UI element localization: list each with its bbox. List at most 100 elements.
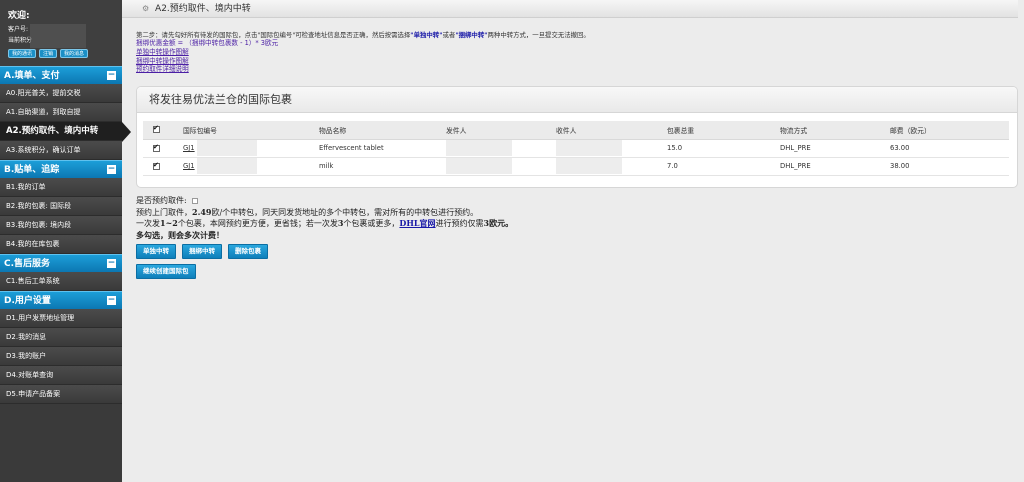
postage-cell: 38.00 bbox=[890, 157, 1009, 176]
line2-pre: 一次发 bbox=[136, 219, 160, 228]
item-name-cell: milk bbox=[319, 157, 446, 176]
section-d-title: D.用户设置 bbox=[4, 296, 51, 306]
sidebar-item-b3[interactable]: B3.我的包裹: 境内段 bbox=[0, 216, 122, 235]
action-row-1: 单独中转 捆绑中转 删除包裹 bbox=[136, 244, 1016, 259]
page-title-bar: ⚙ A2.预约取件、境内中转 bbox=[122, 0, 1018, 18]
select-all-checkbox[interactable] bbox=[153, 124, 160, 134]
shipping-cell: DHL_PRE bbox=[780, 157, 890, 176]
line2-post: 进行预约仅需 bbox=[435, 219, 484, 228]
sidebar-item-a1[interactable]: A1.自助渠道，到取自提 bbox=[0, 103, 122, 122]
bundle-transfer-button[interactable]: 捆绑中转 bbox=[182, 244, 222, 259]
row-checkbox[interactable] bbox=[153, 161, 160, 170]
parcel-id-cell: GJ1 bbox=[183, 139, 319, 158]
postage-cell: 63.00 bbox=[890, 139, 1009, 158]
section-c-title: C.售后服务 bbox=[4, 259, 51, 269]
sender-cell bbox=[446, 157, 556, 176]
section-c-header[interactable]: C.售后服务 − bbox=[0, 254, 122, 272]
parcel-id-link[interactable]: GJ1 bbox=[183, 144, 195, 152]
pickup-price: 2.49 bbox=[192, 206, 212, 217]
collapse-icon[interactable]: − bbox=[107, 296, 116, 305]
recipient-cell bbox=[556, 139, 667, 158]
sidebar-item-a0[interactable]: A0.阳光普关，提前交税 bbox=[0, 84, 122, 103]
collapse-icon[interactable]: − bbox=[107, 165, 116, 174]
step-instructions: 第二步：请先勾好所有待发的国际包，点击"国际包编号"可检查地址信息是否正确，然后… bbox=[136, 30, 1016, 39]
multi-select-warning: 多勾选，则会多次计费！ bbox=[136, 229, 224, 240]
col-weight: 包裹总重 bbox=[667, 121, 780, 140]
sidebar-item-a3[interactable]: A3.系统积分，确认订单 bbox=[0, 141, 122, 160]
section-a-header[interactable]: A.填单、支付 − bbox=[0, 66, 122, 84]
line1-post: 欧/个中转包，同天同发货地址的多个中转包，需对所有的中转包进行预约。 bbox=[211, 207, 479, 217]
parcel-id-cell: GJ1 bbox=[183, 157, 319, 176]
pickup-label: 是否预约取件: bbox=[136, 196, 187, 205]
logout-button[interactable]: 注销 bbox=[39, 49, 58, 58]
bundle-transfer-guide-link[interactable]: 捆绑中转操作图解 bbox=[136, 57, 1016, 66]
pickup-question: 是否预约取件: bbox=[136, 196, 1016, 207]
table-header-row: 国际包编号 物品名称 发件人 收件人 包裹总重 物流方式 邮费（欧元） bbox=[143, 121, 1009, 140]
row-check-cell bbox=[143, 139, 183, 158]
weight-cell: 7.0 bbox=[667, 157, 780, 176]
single-transfer-button[interactable]: 单独中转 bbox=[136, 244, 176, 259]
section-d-header[interactable]: D.用户设置 − bbox=[0, 291, 122, 309]
step-text-post: 两种中转方式，一旦提交无法撤回。 bbox=[487, 31, 590, 39]
sidebar-item-a2[interactable]: A2.预约取件、境内中转 bbox=[0, 122, 131, 142]
content: 第二步：请先勾好所有待发的国际包，点击"国际包编号"可检查地址信息是否正确，然后… bbox=[136, 30, 1018, 279]
sidebar-item-d3[interactable]: D3.我的账户 bbox=[0, 347, 122, 366]
sidebar-item-d2[interactable]: D2.我的消息 bbox=[0, 328, 122, 347]
sender-cell bbox=[446, 139, 556, 158]
pickup-details-link[interactable]: 预约取件详细说明 bbox=[136, 65, 1016, 74]
welcome-buttons: 我的通讯 注销 我的消息 bbox=[8, 49, 116, 58]
sidebar-item-b1[interactable]: B1.我的订单 bbox=[0, 178, 122, 197]
pickup-checkbox[interactable] bbox=[192, 198, 199, 204]
my-messages-button[interactable]: 我的消息 bbox=[60, 49, 89, 58]
row-check-cell bbox=[143, 157, 183, 176]
line2-mid2: 个包裹或更多， bbox=[343, 219, 400, 228]
line2-mid: 个包裹，本网预约更方便，更省钱；若一次发 bbox=[177, 219, 338, 228]
pickup-line-2: 一次发1~2个包裹，本网预约更方便，更省钱；若一次发3个包裹或更多，DHL官网进… bbox=[136, 218, 1016, 230]
sidebar-item-d1[interactable]: D1.用户发票地址管理 bbox=[0, 309, 122, 328]
sidebar-item-b2[interactable]: B2.我的包裹: 国际段 bbox=[0, 197, 122, 216]
panel-title: 将发往易优法兰仓的国际包裹 bbox=[137, 87, 1017, 113]
parcel-panel: 将发往易优法兰仓的国际包裹 国际包编号 物品名称 发件人 收件人 包裹总重 物流… bbox=[136, 86, 1018, 188]
sidebar-item-b4[interactable]: B4.我的在库包裹 bbox=[0, 235, 122, 254]
welcome-title: 欢迎: bbox=[8, 11, 30, 21]
redacted-recipient bbox=[556, 158, 622, 174]
single-transfer-guide-link[interactable]: 单独中转操作图解 bbox=[136, 48, 1016, 57]
col-sender: 发件人 bbox=[446, 121, 556, 140]
sidebar-item-d4[interactable]: D4.对账单查询 bbox=[0, 366, 122, 385]
continue-create-button[interactable]: 继续创建国际包 bbox=[136, 264, 196, 279]
or-text: 或者 bbox=[442, 31, 456, 39]
line1-pre: 预约上门取件， bbox=[136, 207, 192, 217]
row-checkbox[interactable] bbox=[153, 143, 160, 152]
redacted-id bbox=[196, 140, 257, 156]
col-parcel-id: 国际包编号 bbox=[183, 121, 319, 140]
collapse-icon[interactable]: − bbox=[107, 71, 116, 80]
recipient-cell bbox=[556, 157, 667, 176]
dhl-website-link[interactable]: DHL官网 bbox=[399, 218, 435, 228]
select-all-cell bbox=[143, 121, 183, 140]
section-b-header[interactable]: B.贴单、追踪 − bbox=[0, 160, 122, 178]
gear-icon: ⚙ bbox=[142, 4, 150, 13]
parcel-id-link[interactable]: GJ1 bbox=[183, 162, 195, 170]
main-area: ⚙ A2.预约取件、境内中转 第二步：请先勾好所有待发的国际包，点击"国际包编号… bbox=[122, 0, 1024, 482]
sidebar-item-c1[interactable]: C1.售后工单系统 bbox=[0, 272, 122, 291]
pickup-section: 是否预约取件: 预约上门取件，2.49欧/个中转包，同天同发货地址的多个中转包，… bbox=[136, 196, 1016, 279]
redacted-recipient bbox=[556, 140, 622, 156]
sidebar-item-d5[interactable]: D5.申请产品备案 bbox=[0, 385, 122, 404]
redacted-sender bbox=[446, 158, 512, 174]
pickup-line-3: 多勾选，则会多次计费！ bbox=[136, 230, 1016, 242]
pickup-line-1: 预约上门取件，2.49欧/个中转包，同天同发货地址的多个中转包，需对所有的中转包… bbox=[136, 207, 1016, 219]
line2-count-1: 1~2 bbox=[160, 218, 178, 228]
single-transfer-text: "单独中转" bbox=[410, 31, 443, 39]
my-contact-button[interactable]: 我的通讯 bbox=[8, 49, 37, 58]
sidebar: 欢迎: 客户号: 当前积分 我的通讯 注销 我的消息 A.填单、支付 − A0.… bbox=[0, 0, 131, 482]
collapse-icon[interactable]: − bbox=[107, 259, 116, 268]
delete-parcel-button[interactable]: 删除包裹 bbox=[228, 244, 268, 259]
action-row-2: 继续创建国际包 bbox=[136, 264, 1016, 279]
section-b-title: B.贴单、追踪 bbox=[4, 165, 60, 175]
parcel-table: 国际包编号 物品名称 发件人 收件人 包裹总重 物流方式 邮费（欧元） GJ1 … bbox=[143, 121, 1009, 176]
redacted-id bbox=[196, 158, 257, 174]
shipping-cell: DHL_PRE bbox=[780, 139, 890, 158]
discount-line: 捆绑优惠金额 = （捆绑中转包裹数 - 1）* 3欧元 bbox=[136, 39, 279, 47]
redacted-sender bbox=[446, 140, 512, 156]
col-item-name: 物品名称 bbox=[319, 121, 446, 140]
